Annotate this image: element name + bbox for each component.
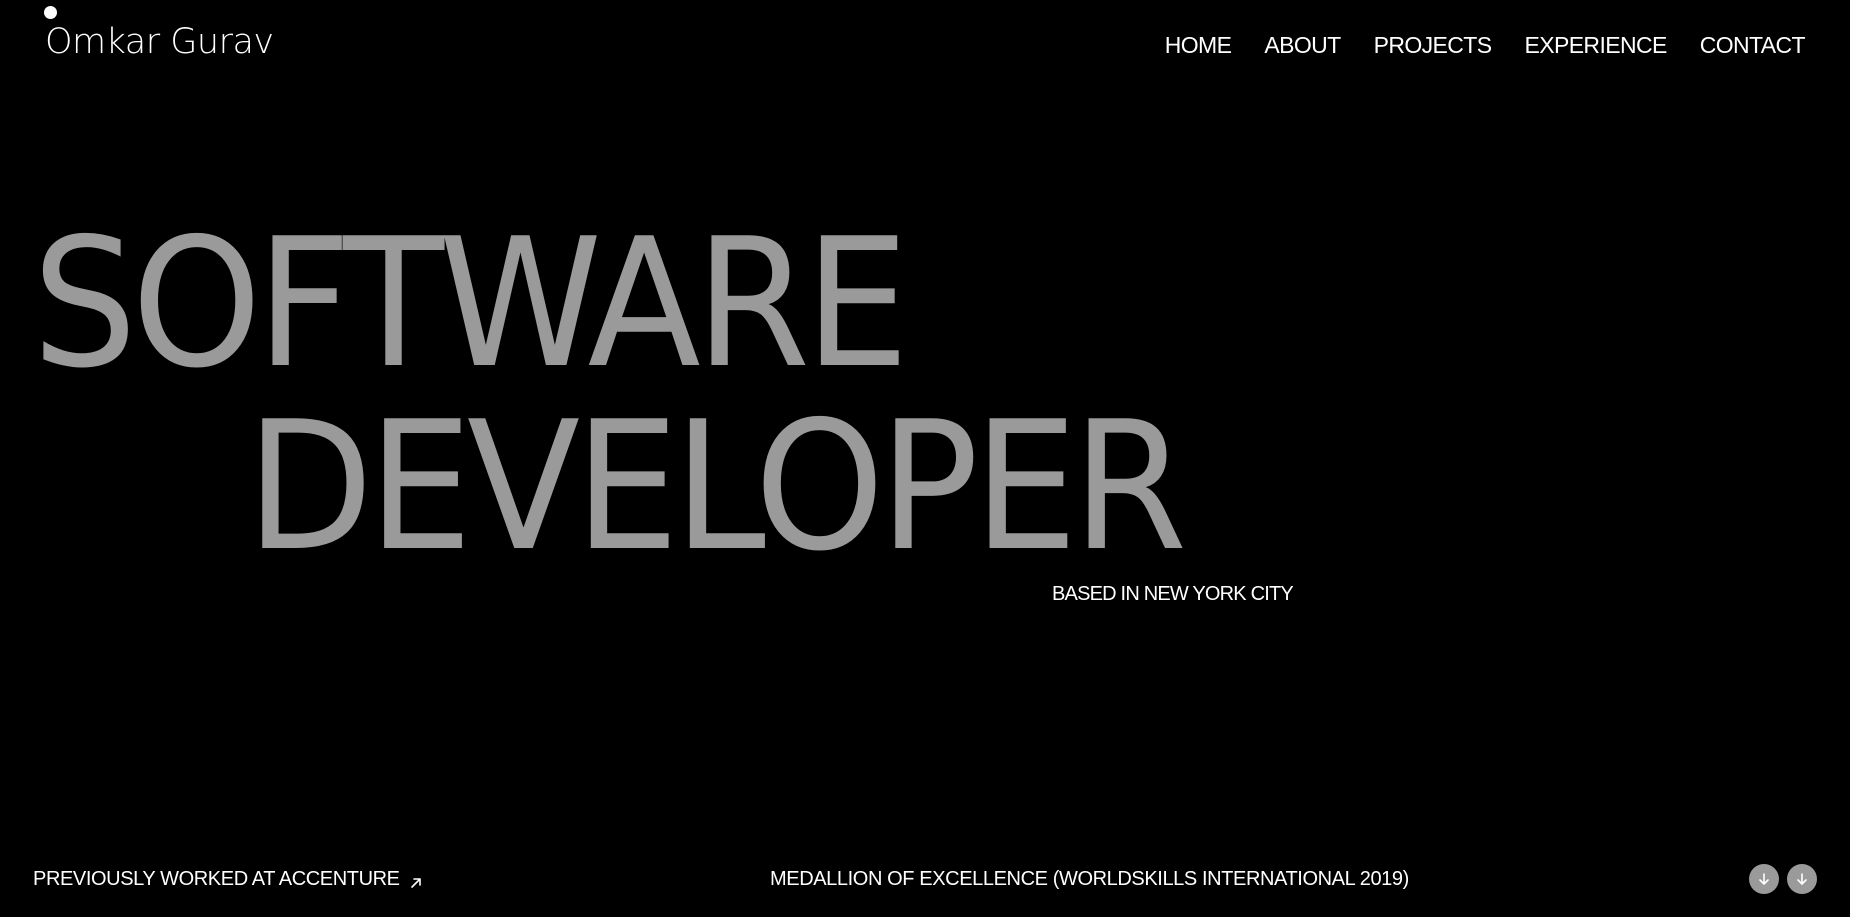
arrow-up-right-icon (409, 873, 423, 888)
hero-title-line-1: SOFTWARE (32, 200, 909, 407)
scroll-down-button-1[interactable] (1749, 864, 1779, 894)
main-nav: HOME ABOUT PROJECTS EXPERIENCE CONTACT (1132, 32, 1806, 59)
arrow-down-icon (1759, 873, 1769, 885)
previous-work-link[interactable]: PREVIOUSLY WORKED AT ACCENTURE (33, 868, 423, 891)
cursor-dot (44, 6, 57, 19)
nav-projects[interactable]: PROJECTS (1374, 32, 1492, 59)
award-label: MEDALLION OF EXCELLENCE (WORLDSKILLS INT… (770, 868, 1409, 890)
arrow-down-icon (1797, 873, 1807, 885)
nav-about[interactable]: ABOUT (1264, 32, 1341, 59)
page: Omkar Gurav HOME ABOUT PROJECTS EXPERIEN… (0, 0, 1850, 917)
scroll-down-button-2[interactable] (1787, 864, 1817, 894)
scroll-buttons (1749, 864, 1817, 894)
nav-experience[interactable]: EXPERIENCE (1524, 32, 1667, 59)
nav-contact[interactable]: CONTACT (1700, 32, 1806, 59)
brand-logo[interactable]: Omkar Gurav (45, 22, 274, 62)
location-label: BASED IN NEW YORK CITY (1052, 583, 1294, 605)
previous-work-label: PREVIOUSLY WORKED AT ACCENTURE (33, 868, 400, 890)
nav-home[interactable]: HOME (1165, 32, 1232, 59)
hero-title-line-2: DEVELOPER (246, 383, 1187, 590)
